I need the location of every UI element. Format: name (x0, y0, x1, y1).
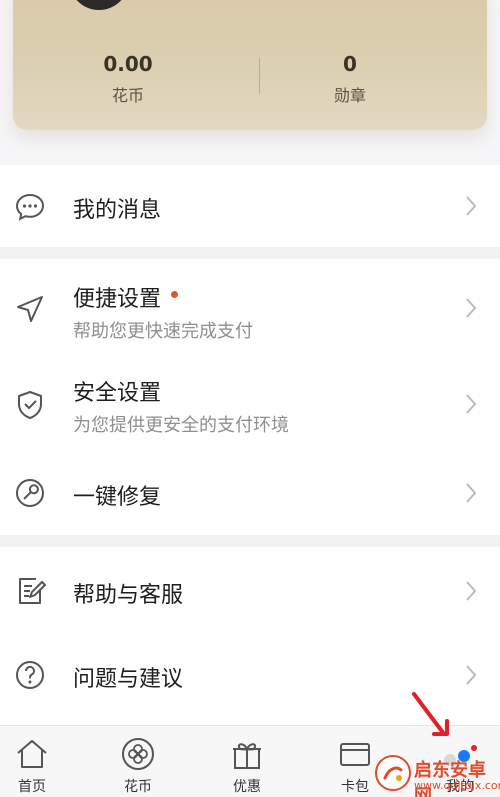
badge-label: 勋章 (333, 86, 366, 105)
menu-item-help-service-title: 帮助与客服 (73, 583, 184, 608)
messages-section: 我的消息 (0, 165, 500, 247)
tab-offers[interactable]: 优惠 (207, 726, 287, 797)
home-icon (17, 740, 47, 768)
flower-coin-stat[interactable]: 0.00 花币 (13, 52, 243, 106)
menu-item-messages[interactable]: 我的消息 (0, 165, 500, 247)
menu-item-security-settings-title: 安全设置 (73, 381, 162, 406)
repair-icon (16, 479, 44, 507)
chevron-right-icon (466, 196, 477, 216)
menu-item-quick-settings[interactable]: 便捷设置 帮助您更快速完成支付 (0, 259, 500, 355)
gift-icon (233, 743, 261, 769)
chevron-right-icon (466, 298, 477, 318)
tab-home[interactable]: 首页 (0, 726, 72, 797)
menu-item-help-service[interactable]: 帮助与客服 (0, 547, 500, 633)
menu-item-messages-title: 我的消息 (73, 198, 162, 223)
tab-offers-label: 优惠 (233, 779, 261, 795)
avatar[interactable] (69, 0, 129, 10)
quick-settings-label: 便捷设置 (73, 287, 162, 312)
menu-item-one-click-repair-title: 一键修复 (73, 485, 162, 510)
flower-coin-label: 花币 (111, 86, 144, 105)
watermark-url: www.qdltdjx.com (414, 779, 500, 792)
chevron-right-icon (466, 394, 477, 414)
tab-flower-coin[interactable]: 花币 (98, 726, 178, 797)
send-arrow-icon (17, 296, 43, 322)
menu-item-security-settings-subtitle: 为您提供更安全的支付环境 (73, 415, 289, 436)
badge-stat[interactable]: 0 勋章 (235, 52, 465, 106)
flower-coin-value: 0.00 (103, 52, 153, 76)
edit-document-icon (19, 578, 46, 604)
settings-section: 便捷设置 帮助您更快速完成支付 安全设置 为您提供更安全的支付环境 一键修复 (0, 259, 500, 535)
menu-item-one-click-repair[interactable]: 一键修复 (0, 451, 500, 535)
menu-item-quick-settings-title: 便捷设置 (73, 281, 179, 313)
watermark: 启东安卓网 www.qdltdjx.com (372, 752, 500, 797)
watermark-logo-icon (375, 755, 411, 791)
chat-bubble-icon (15, 193, 45, 221)
question-icon (16, 661, 44, 689)
member-card-area: 0.00 花币 0 勋章 (0, 0, 500, 165)
card-icon (340, 743, 370, 766)
flower-coin-icon (122, 738, 154, 770)
menu-item-security-settings[interactable]: 安全设置 为您提供更安全的支付环境 (0, 355, 500, 451)
tab-home-label: 首页 (18, 779, 46, 795)
shield-check-icon (18, 391, 42, 419)
menu-item-quick-settings-subtitle: 帮助您更快速完成支付 (73, 321, 253, 342)
tab-flower-coin-label: 花币 (124, 779, 152, 795)
chevron-right-icon (466, 665, 477, 685)
annotation-arrow-icon (412, 692, 449, 736)
member-card[interactable]: 0.00 花币 0 勋章 (13, 0, 487, 130)
badge-value: 0 (343, 52, 357, 76)
new-badge-dot (171, 291, 179, 298)
menu-item-feedback-title: 问题与建议 (73, 667, 184, 692)
chevron-right-icon (466, 581, 477, 601)
chevron-right-icon (466, 483, 477, 503)
